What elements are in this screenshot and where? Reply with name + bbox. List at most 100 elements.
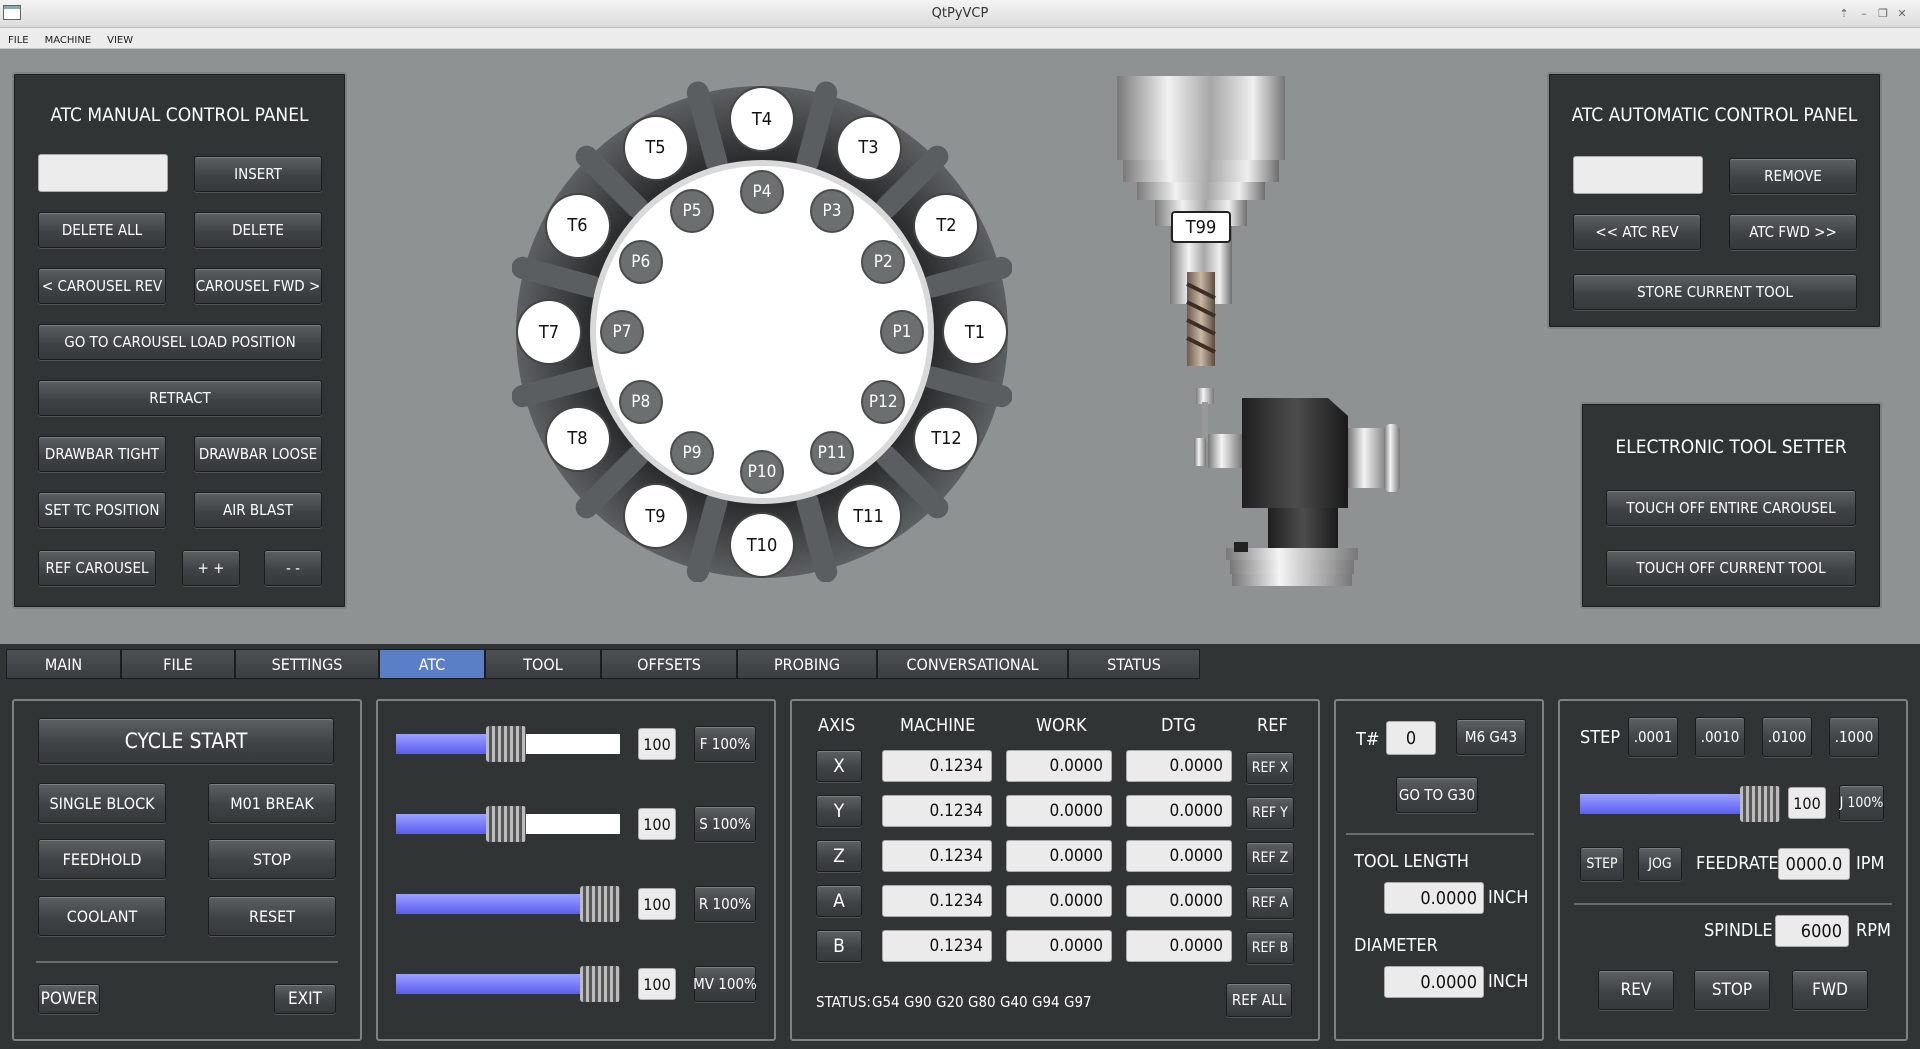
touch-off-current-tool-button[interactable]: TOUCH OFF CURRENT TOOL: [1606, 550, 1856, 586]
retract-button[interactable]: RETRACT: [38, 380, 322, 416]
window-minimize-icon[interactable]: –: [1858, 8, 1870, 20]
work-y-value[interactable]: 0.0000: [1006, 795, 1112, 827]
tool-length-field[interactable]: 0.0000: [1384, 882, 1484, 914]
carousel-slot-4[interactable]: T4: [731, 88, 793, 150]
ref-carousel-button[interactable]: REF CAROUSEL: [38, 550, 156, 586]
spindle-override-slider[interactable]: [396, 806, 620, 842]
m6-g43-button[interactable]: M6 G43: [1456, 719, 1526, 755]
set-tc-position-button[interactable]: SET TC POSITION: [38, 492, 166, 528]
ref-z-button[interactable]: REF Z: [1246, 842, 1294, 874]
jog-step-button[interactable]: .0001: [1628, 717, 1678, 757]
carousel-slot-2[interactable]: T2: [915, 194, 978, 257]
tab-main[interactable]: MAIN: [6, 649, 121, 679]
menu-machine[interactable]: MACHINE: [37, 30, 100, 46]
carousel-slot-11[interactable]: T11: [837, 485, 900, 548]
insert-button[interactable]: INSERT: [194, 156, 322, 192]
ref-a-button[interactable]: REF A: [1246, 887, 1294, 919]
ref-all-button[interactable]: REF ALL: [1226, 983, 1292, 1017]
feedhold-button[interactable]: FEEDHOLD: [38, 839, 166, 879]
cycle-start-button[interactable]: CYCLE START: [38, 718, 334, 764]
tab-settings[interactable]: SETTINGS: [235, 649, 379, 679]
jog-step-button[interactable]: .0100: [1762, 717, 1812, 757]
feed-slider-handle[interactable]: [486, 726, 526, 762]
max-velocity-override-button[interactable]: MV 100%: [693, 966, 757, 1002]
stop-button[interactable]: STOP: [208, 839, 336, 879]
max-velocity-override-slider[interactable]: [396, 966, 620, 1002]
tab-file[interactable]: FILE: [121, 649, 235, 679]
spindle-speed-field[interactable]: 6000: [1775, 915, 1849, 947]
carousel-slot-7[interactable]: T7: [518, 301, 580, 363]
exit-button[interactable]: EXIT: [274, 984, 336, 1014]
menu-view[interactable]: VIEW: [99, 30, 141, 46]
spindle-rev-button[interactable]: REV: [1598, 970, 1674, 1010]
rapid-slider-handle[interactable]: [580, 886, 620, 922]
tab-conversational[interactable]: CONVERSATIONAL: [877, 649, 1068, 679]
drawbar-loose-button[interactable]: DRAWBAR LOOSE: [194, 436, 322, 472]
step-mode-button[interactable]: STEP: [1580, 847, 1624, 881]
jog-override-button[interactable]: J 100%: [1839, 785, 1884, 821]
ref-b-button[interactable]: REF B: [1246, 932, 1294, 964]
m01-break-button[interactable]: M01 BREAK: [208, 783, 336, 823]
spindle-override-button[interactable]: S 100%: [694, 806, 756, 842]
axis-a-button[interactable]: A: [816, 885, 862, 917]
carousel-fwd-button[interactable]: CAROUSEL FWD >: [194, 268, 322, 304]
spindle-slider-handle[interactable]: [486, 806, 526, 842]
remove-button[interactable]: REMOVE: [1729, 158, 1857, 194]
axis-z-button[interactable]: Z: [816, 840, 862, 872]
axis-x-button[interactable]: X: [816, 750, 862, 782]
carousel-minus-button[interactable]: - -: [264, 550, 322, 586]
carousel-rev-button[interactable]: < CAROUSEL REV: [38, 268, 166, 304]
axis-y-button[interactable]: Y: [816, 795, 862, 827]
tab-probing[interactable]: PROBING: [737, 649, 877, 679]
tab-offsets[interactable]: OFFSETS: [601, 649, 737, 679]
air-blast-button[interactable]: AIR BLAST: [194, 492, 322, 528]
jog-slider[interactable]: [1580, 786, 1780, 822]
ref-y-button[interactable]: REF Y: [1246, 797, 1294, 829]
go-to-g30-button[interactable]: GO TO G30: [1396, 777, 1478, 813]
carousel-slot-1[interactable]: T1: [944, 301, 1006, 363]
jog-step-button[interactable]: .1000: [1829, 717, 1879, 757]
tab-status[interactable]: STATUS: [1068, 649, 1200, 679]
axis-b-button[interactable]: B: [816, 930, 862, 962]
work-b-value[interactable]: 0.0000: [1006, 930, 1112, 962]
jog-slider-handle[interactable]: [1740, 786, 1780, 822]
drawbar-tight-button[interactable]: DRAWBAR TIGHT: [38, 436, 166, 472]
window-close-icon[interactable]: ✕: [1896, 8, 1908, 20]
carousel-slot-6[interactable]: T6: [546, 194, 609, 257]
feed-override-button[interactable]: F 100%: [694, 726, 756, 762]
carousel-slot-10[interactable]: T10: [731, 514, 793, 576]
coolant-button[interactable]: COOLANT: [38, 896, 166, 936]
carousel-slot-9[interactable]: T9: [624, 485, 687, 548]
go-to-load-position-button[interactable]: GO TO CAROUSEL LOAD POSITION: [38, 324, 322, 360]
jog-mode-button[interactable]: JOG: [1638, 847, 1682, 881]
diameter-field[interactable]: 0.0000: [1384, 966, 1484, 998]
tool-number-field[interactable]: 0: [1386, 721, 1436, 755]
carousel-slot-8[interactable]: T8: [546, 407, 609, 470]
carousel-plus-button[interactable]: + +: [182, 550, 240, 586]
touch-off-carousel-button[interactable]: TOUCH OFF ENTIRE CAROUSEL: [1606, 490, 1856, 526]
spindle-fwd-button[interactable]: FWD: [1792, 970, 1868, 1010]
menu-file[interactable]: FILE: [0, 30, 37, 46]
store-current-tool-button[interactable]: STORE CURRENT TOOL: [1573, 274, 1857, 310]
atc-fwd-button[interactable]: ATC FWD >>: [1729, 214, 1857, 250]
carousel-slot-5[interactable]: T5: [624, 116, 687, 179]
work-z-value[interactable]: 0.0000: [1006, 840, 1112, 872]
tool-number-input[interactable]: [38, 154, 168, 192]
max-velocity-slider-handle[interactable]: [580, 966, 620, 1002]
tab-tool[interactable]: TOOL: [485, 649, 601, 679]
feed-override-slider[interactable]: [396, 726, 620, 762]
reset-button[interactable]: RESET: [208, 896, 336, 936]
spindle-stop-button[interactable]: STOP: [1694, 970, 1770, 1010]
rapid-override-button[interactable]: R 100%: [694, 886, 756, 922]
window-maximize-icon[interactable]: ❐: [1877, 8, 1889, 20]
auto-tool-input[interactable]: [1573, 156, 1703, 194]
jog-step-button[interactable]: .0010: [1695, 717, 1745, 757]
carousel-slot-3[interactable]: T3: [837, 116, 900, 179]
rapid-override-slider[interactable]: [396, 886, 620, 922]
feedrate-field[interactable]: 0000.0: [1778, 848, 1850, 880]
delete-all-button[interactable]: DELETE ALL: [38, 212, 166, 248]
atc-rev-button[interactable]: << ATC REV: [1573, 214, 1701, 250]
ref-x-button[interactable]: REF X: [1246, 752, 1294, 784]
power-button[interactable]: POWER: [38, 984, 100, 1014]
single-block-button[interactable]: SINGLE BLOCK: [38, 783, 166, 823]
